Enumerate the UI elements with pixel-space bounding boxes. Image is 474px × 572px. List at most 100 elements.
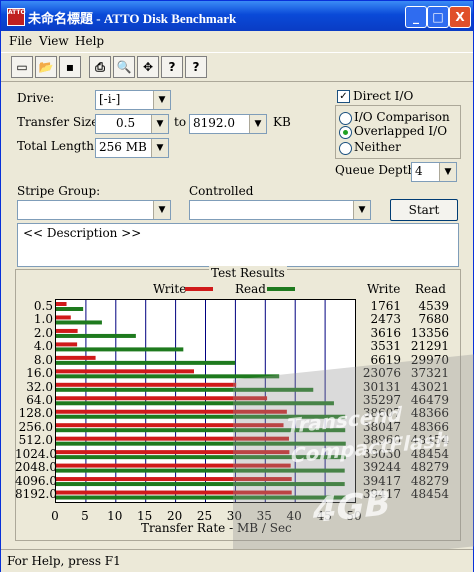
overlapped-io-label: Overlapped I/O — [354, 124, 448, 138]
y-tick-label: 8.0 — [33, 352, 53, 367]
write-bar — [56, 315, 71, 320]
chevron-down-icon[interactable]: ▼ — [249, 115, 266, 133]
print-preview-icon[interactable]: 🔍 — [113, 56, 135, 78]
total-length-select[interactable]: 256 MB ▼ — [95, 138, 169, 158]
menu-help[interactable]: Help — [75, 34, 104, 48]
read-bar — [56, 347, 184, 352]
y-tick-label: 128.0 — [18, 406, 53, 421]
save-icon[interactable]: ▪ — [59, 56, 81, 78]
y-tick-label: 64.0 — [26, 393, 53, 407]
y-tick-label: 1.0 — [33, 312, 53, 327]
legend-write-label: Write — [153, 282, 187, 296]
y-tick-label: 2048.0 — [15, 460, 57, 475]
write-value: 2473 — [370, 312, 401, 327]
neither-radio[interactable] — [339, 142, 352, 155]
direct-io-label: Direct I/O — [353, 89, 414, 103]
write-value: 3531 — [370, 339, 401, 354]
read-value: 13356 — [410, 325, 449, 340]
neither-label: Neither — [354, 140, 401, 154]
x-tick-label: 5 — [81, 509, 89, 523]
stripe-group-label: Stripe Group: — [17, 184, 101, 198]
transfer-size-label: Transfer Size: — [17, 115, 103, 129]
legend-read-label: Read — [235, 282, 266, 296]
y-tick-label: 256.0 — [18, 419, 53, 434]
read-bar — [56, 307, 84, 311]
read-bar — [56, 333, 136, 338]
print-icon[interactable]: ⎙ — [89, 56, 111, 78]
move-icon[interactable]: ✥ — [137, 56, 159, 78]
watermark-brand: Transcend — [287, 401, 402, 439]
queue-depth-select[interactable]: 4 ▼ — [411, 162, 457, 182]
status-text: For Help, press F1 — [7, 554, 121, 568]
close-button[interactable]: X — [449, 6, 471, 28]
drive-select[interactable]: [-i-] ▼ — [95, 90, 171, 110]
overlapped-io-radio[interactable] — [339, 126, 352, 139]
write-bar — [56, 328, 78, 333]
chevron-down-icon[interactable]: ▼ — [353, 201, 370, 219]
stripe-group-select[interactable]: ▼ — [17, 200, 171, 220]
chevron-down-icon[interactable]: ▼ — [153, 91, 170, 109]
queue-depth-label: Queue Depth: — [335, 163, 420, 177]
legend-write-swatch — [185, 287, 213, 291]
minimize-button[interactable]: _ — [405, 6, 427, 28]
chevron-down-icon[interactable]: ▼ — [151, 139, 168, 157]
chevron-down-icon[interactable]: ▼ — [151, 115, 168, 133]
direct-io-checkbox[interactable]: ✓ — [337, 90, 350, 103]
transfer-from-value: 0.5 — [116, 116, 136, 130]
write-bar — [56, 382, 237, 387]
y-tick-label: 8192.0 — [15, 487, 57, 502]
transfer-to-select[interactable]: 8192.0 ▼ — [189, 114, 267, 134]
y-tick-label: 512.0 — [18, 433, 53, 448]
y-tick-label: 4096.0 — [15, 473, 57, 488]
queue-depth-value: 4 — [415, 164, 423, 178]
toolbar: ▭ 📂 ▪ ⎙ 🔍 ✥ ? ? — [1, 52, 473, 82]
status-bar: For Help, press F1 — [1, 549, 473, 572]
y-tick-label: 1024.0 — [15, 446, 57, 461]
new-icon[interactable]: ▭ — [11, 56, 33, 78]
column-write-header: Write — [367, 282, 401, 296]
total-length-label: Total Length: — [17, 139, 98, 153]
y-tick-label: 4.0 — [33, 339, 53, 354]
read-value: 7680 — [418, 312, 449, 327]
chevron-down-icon[interactable]: ▼ — [153, 201, 170, 219]
read-bar — [56, 360, 236, 365]
transfer-from-select[interactable]: 0.5 ▼ — [95, 114, 169, 134]
title-bar[interactable]: ATTO 未命名標題 - ATTO Disk Benchmark _ □ X — [1, 1, 473, 31]
controlled-select[interactable]: ▼ — [189, 200, 371, 220]
drive-label: Drive: — [17, 91, 55, 105]
window-title: 未命名標題 - ATTO Disk Benchmark — [28, 11, 237, 26]
drive-value: [-i-] — [99, 92, 121, 106]
y-tick-label: 0.5 — [33, 298, 53, 313]
context-help-icon[interactable]: ? — [185, 56, 207, 78]
controlled-label: Controlled — [189, 184, 254, 198]
menu-bar: File View Help — [1, 31, 473, 51]
read-value: 21291 — [410, 339, 449, 354]
watermark-card-image: Transcend CompactFlash 4GB — [233, 354, 474, 572]
open-icon[interactable]: 📂 — [35, 56, 57, 78]
menu-file[interactable]: File — [9, 34, 32, 48]
write-value: 1761 — [370, 298, 401, 313]
transfer-to-value: 8192.0 — [193, 116, 235, 130]
write-bar — [56, 302, 67, 306]
x-tick-label: 10 — [107, 509, 123, 523]
total-length-value: 256 MB — [99, 140, 147, 154]
app-icon[interactable]: ATTO — [7, 8, 26, 26]
io-comparison-radio[interactable] — [339, 112, 352, 125]
kb-label: KB — [273, 115, 291, 129]
watermark-capacity: 4GB — [313, 483, 391, 532]
write-bar — [56, 342, 78, 347]
start-button[interactable]: Start — [390, 199, 458, 221]
description-textarea[interactable]: << Description >> — [17, 223, 459, 267]
help-icon[interactable]: ? — [161, 56, 183, 78]
y-tick-label: 32.0 — [26, 379, 53, 394]
read-bar — [56, 320, 102, 325]
x-tick-label: 0 — [51, 509, 59, 523]
y-tick-label: 16.0 — [26, 366, 53, 381]
read-value: 4539 — [418, 298, 449, 313]
maximize-button[interactable]: □ — [427, 6, 449, 28]
legend-read-swatch — [267, 287, 295, 291]
menu-view[interactable]: View — [39, 34, 69, 48]
chevron-down-icon[interactable]: ▼ — [439, 163, 456, 181]
description-text: << Description >> — [23, 226, 142, 240]
results-title: Test Results — [209, 266, 287, 280]
